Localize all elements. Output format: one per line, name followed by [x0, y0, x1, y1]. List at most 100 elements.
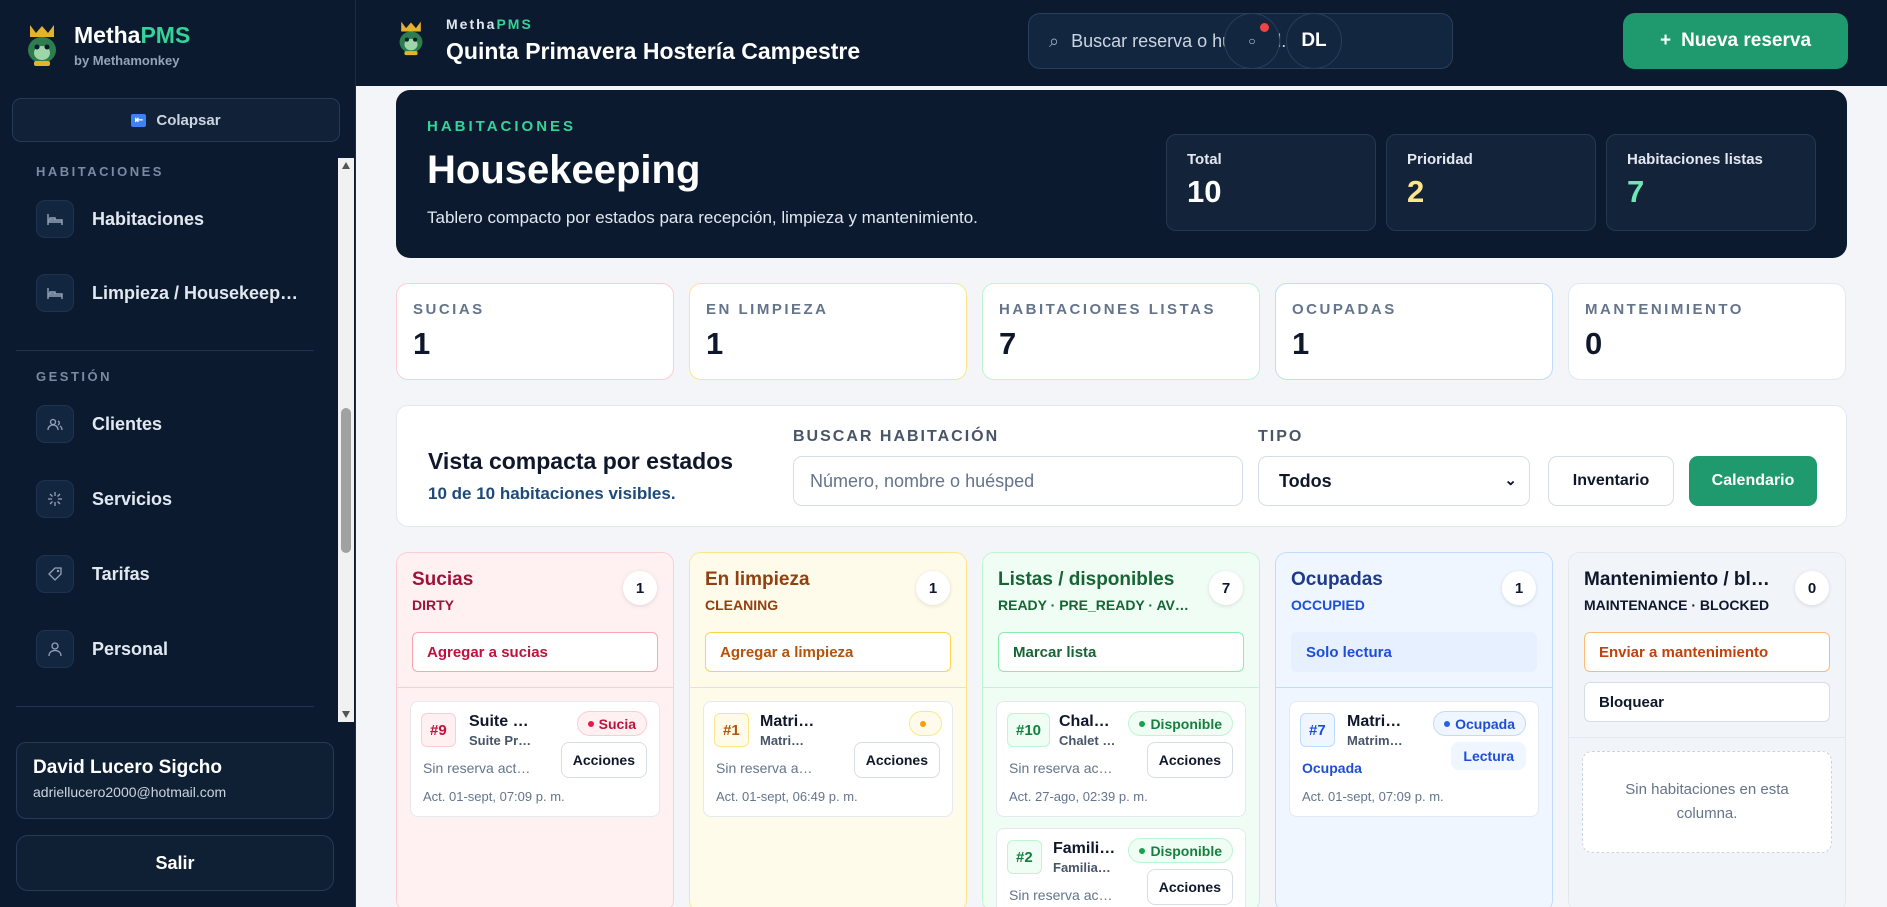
status-badge: Disponible	[1128, 838, 1233, 863]
room-card[interactable]: #1 Matri… Matri… Sin reserva a… Acciones…	[703, 701, 953, 817]
room-name: Matri…	[1347, 713, 1402, 730]
user-icon	[36, 630, 74, 668]
collapse-label: Colapsar	[156, 111, 221, 129]
user-email: adriellucero2000@hotmail.com	[33, 784, 227, 800]
sidebar-item-servicios[interactable]: Servicios	[36, 480, 172, 518]
sidebar-item-label: Servicios	[92, 488, 173, 509]
chevron-down-icon: ⌄	[1504, 472, 1517, 489]
notification-icon: ○	[1248, 34, 1256, 48]
brand[interactable]: MethaPMS by Methamonkey	[24, 22, 190, 68]
empty-column-message: Sin habitaciones en esta columna.	[1582, 751, 1832, 853]
sidebar-item-label: Tarifas	[92, 563, 150, 584]
stat-priority: Prioridad 2	[1386, 134, 1596, 231]
kpi-sucias[interactable]: SUCIAS 1	[396, 283, 674, 380]
column-cleaning: En limpieza CLEANING 1 Agregar a limpiez…	[689, 552, 967, 907]
scroll-down-arrow-icon[interactable]	[342, 711, 350, 718]
stat-total: Total 10	[1166, 134, 1376, 231]
room-search-input[interactable]	[793, 456, 1243, 506]
column-header: Listas / disponibles READY · PRE_READY ·…	[983, 553, 1259, 688]
notifications-button[interactable]: ○	[1224, 13, 1280, 69]
actions-button[interactable]: Acciones	[560, 742, 647, 778]
kpi-label: MANTENIMIENTO	[1585, 301, 1744, 318]
type-label: TIPO	[1258, 428, 1304, 445]
room-number: #10	[1007, 713, 1051, 747]
column-occupied: Ocupadas OCCUPIED 1 Solo lectura #7 Matr…	[1275, 552, 1553, 907]
column-maintenance: Mantenimiento / bl… MAINTENANCE · BLOCKE…	[1568, 552, 1846, 907]
sidebar-item-habitaciones[interactable]: Habitaciones	[36, 200, 204, 238]
stat-label: Total	[1187, 151, 1222, 168]
monkey-logo-icon	[28, 25, 56, 66]
room-updated: Act. 27-ago, 02:39 p. m.	[1009, 789, 1148, 804]
collapse-button[interactable]: ⇤ Colapsar	[12, 98, 340, 142]
status-dot-icon	[920, 720, 926, 727]
add-to-dirty-button[interactable]: Agregar a sucias	[412, 632, 658, 672]
kpi-mantenimiento[interactable]: MANTENIMIENTO 0	[1568, 283, 1846, 380]
status-badge	[909, 711, 942, 736]
kpi-habitaciones-listas[interactable]: HABITACIONES LISTAS 7	[982, 283, 1260, 380]
room-card[interactable]: #7 Matri… Matrim… Ocupada Ocupada Lectur…	[1289, 701, 1539, 817]
collapse-arrow-icon: ⇤	[131, 113, 147, 127]
actions-button[interactable]: Acciones	[853, 742, 940, 778]
new-reservation-button[interactable]: + Nueva reserva	[1623, 13, 1848, 69]
stat-label: Habitaciones listas	[1627, 151, 1763, 168]
sidebar-item-tarifas[interactable]: Tarifas	[36, 555, 150, 593]
column-count-badge: 0	[1795, 571, 1829, 605]
sidebar-item-personal[interactable]: Personal	[36, 630, 168, 668]
block-button[interactable]: Bloquear	[1584, 682, 1830, 722]
sparkle-icon	[36, 480, 74, 518]
sidebar-item-limpieza[interactable]: Limpieza / Housekeep…	[36, 274, 298, 312]
inventory-button[interactable]: Inventario	[1548, 456, 1674, 506]
room-number: #9	[421, 713, 456, 747]
room-name: Matri…	[760, 713, 815, 730]
new-reservation-label: Nueva reserva	[1681, 30, 1812, 51]
type-select[interactable]: Todos ⌄	[1258, 456, 1530, 506]
scrollbar-thumb[interactable]	[341, 408, 351, 553]
room-card[interactable]: #2 Famili… Familia… Disponible Sin reser…	[996, 828, 1246, 907]
room-card[interactable]: #9 Suite … Suite Pr… Sucia Sin reserva a…	[410, 701, 660, 817]
sidebar-scrollbar[interactable]	[338, 158, 354, 722]
status-dot-icon	[1139, 847, 1146, 854]
kpi-en-limpieza[interactable]: EN LIMPIEZA 1	[689, 283, 967, 380]
kpi-ocupadas[interactable]: OCUPADAS 1	[1275, 283, 1553, 380]
sidebar-item-clientes[interactable]: Clientes	[36, 405, 162, 443]
actions-button[interactable]: Acciones	[1146, 742, 1233, 778]
room-updated: Act. 01-sept, 06:49 p. m.	[716, 789, 858, 804]
monkey-logo-icon	[399, 21, 423, 56]
stat-value: 10	[1187, 174, 1222, 209]
bed-icon	[36, 274, 74, 312]
notification-dot	[1260, 23, 1269, 32]
read-only-label: Solo lectura	[1291, 632, 1537, 672]
kpi-value: 1	[1292, 326, 1310, 361]
add-to-cleaning-button[interactable]: Agregar a limpieza	[705, 632, 951, 672]
tag-icon	[36, 555, 74, 593]
room-type: Matri…	[760, 733, 805, 748]
column-count-badge: 7	[1209, 571, 1243, 605]
kpi-value: 7	[999, 326, 1017, 361]
room-card[interactable]: #10 Chal… Chalet … Disponible Sin reserv…	[996, 701, 1246, 817]
logout-button[interactable]: Salir	[16, 835, 334, 891]
stat-ready-rooms: Habitaciones listas 7	[1606, 134, 1816, 231]
type-select-value: Todos	[1279, 470, 1332, 491]
send-to-maintenance-button[interactable]: Enviar a mantenimiento	[1584, 632, 1830, 672]
property-title: Quinta Primavera Hostería Campestre	[446, 38, 861, 64]
scroll-up-arrow-icon[interactable]	[342, 162, 350, 169]
mark-ready-button[interactable]: Marcar lista	[998, 632, 1244, 672]
search-icon: ⌕	[1049, 30, 1060, 51]
column-dirty: Sucias DIRTY 1 Agregar a sucias #9 Suite…	[396, 552, 674, 907]
divider	[16, 350, 314, 351]
user-card[interactable]: David Lucero Sigcho adriellucero2000@hot…	[16, 742, 334, 819]
room-type: Familia…	[1053, 860, 1111, 875]
column-header: Sucias DIRTY 1 Agregar a sucias	[397, 553, 673, 688]
column-count-badge: 1	[916, 571, 950, 605]
room-reservation-note: Sin reserva act…	[423, 760, 531, 776]
kpi-label: OCUPADAS	[1292, 301, 1397, 318]
avatar[interactable]: DL	[1286, 13, 1342, 69]
status-badge: Sucia	[576, 711, 647, 736]
sidebar: MethaPMS by Methamonkey ⇤ Colapsar HABIT…	[0, 0, 356, 907]
room-reservation-note: Sin reserva ac…	[1009, 887, 1113, 903]
room-reservation-note: Sin reserva a…	[716, 760, 813, 776]
column-code: READY · PRE_READY · AV…	[998, 597, 1189, 613]
column-header: Mantenimiento / bl… MAINTENANCE · BLOCKE…	[1569, 553, 1845, 738]
calendar-button[interactable]: Calendario	[1689, 456, 1817, 506]
actions-button[interactable]: Acciones	[1146, 869, 1233, 905]
